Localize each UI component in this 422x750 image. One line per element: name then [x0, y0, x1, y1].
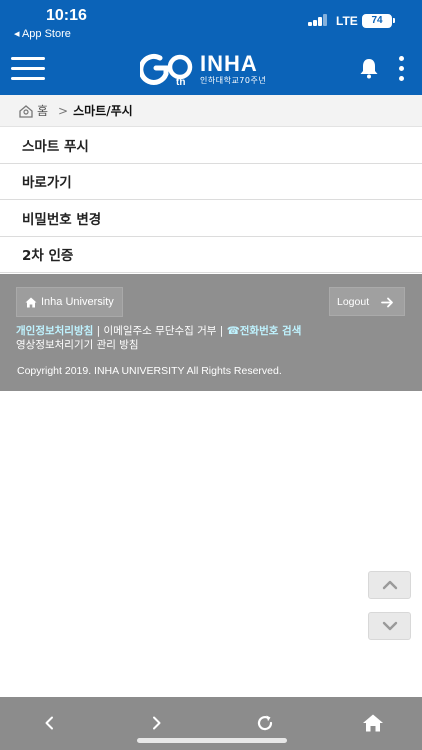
chevron-up-icon: [382, 580, 397, 590]
breadcrumb: 홈 > 스마트/푸시: [0, 95, 422, 127]
inha-70th-logo-icon: th: [140, 53, 193, 86]
status-time: 10:16: [46, 7, 87, 24]
breadcrumb-current: 스마트/푸시: [73, 104, 133, 118]
footer: Inha University Logout 개인정보처리방침 | 이메일주소 …: [0, 274, 422, 391]
privacy-policy-link[interactable]: 개인정보처리방침: [16, 325, 93, 337]
footer-divider: |: [96, 325, 101, 337]
home-button[interactable]: [359, 711, 387, 735]
logo-text: INHA: [200, 51, 258, 76]
phone-search-link[interactable]: ☎전화번호 검색: [227, 325, 302, 337]
footer-divider: |: [219, 325, 224, 337]
arrow-right-icon: [381, 297, 393, 308]
svg-text:th: th: [176, 77, 185, 86]
logout-label: Logout: [337, 295, 370, 308]
chevron-left-icon: [45, 716, 53, 730]
logout-button[interactable]: Logout: [329, 287, 405, 316]
battery-indicator: 74: [362, 14, 395, 28]
menu-list: 스마트 푸시 바로가기 비밀번호 변경 2차 인증: [0, 127, 422, 273]
network-type: LTE: [336, 14, 358, 28]
menu-item-shortcuts[interactable]: 바로가기: [0, 163, 422, 200]
forward-button[interactable]: [143, 711, 171, 735]
home-location-icon: [19, 104, 33, 118]
notification-bell-icon[interactable]: [357, 56, 381, 80]
back-button[interactable]: [35, 711, 63, 735]
hamburger-menu-button[interactable]: [11, 57, 45, 81]
signal-icon: [308, 14, 330, 26]
inha-university-label: Inha University: [41, 296, 114, 308]
logo-subtitle: 인하대학교70주년: [200, 76, 267, 85]
more-options-icon[interactable]: [396, 56, 406, 82]
copyright-text: Copyright 2019. INHA UNIVERSITY All Righ…: [17, 365, 282, 377]
scroll-up-button[interactable]: [368, 571, 411, 599]
reload-button[interactable]: [251, 711, 279, 735]
scroll-down-button[interactable]: [368, 612, 411, 640]
chevron-down-icon: [382, 621, 397, 631]
back-to-app-store[interactable]: ◂ App Store: [14, 27, 71, 40]
breadcrumb-home[interactable]: 홈: [37, 102, 48, 119]
home-icon: [363, 714, 383, 732]
reload-icon: [257, 715, 273, 731]
footer-links: 개인정보처리방침 | 이메일주소 무단수집 거부 | ☎전화번호 검색 영상정보…: [16, 324, 301, 352]
menu-item-two-factor-auth[interactable]: 2차 인증: [0, 236, 422, 273]
menu-item-smart-push[interactable]: 스마트 푸시: [0, 127, 422, 164]
app-header: 10:16 ◂ App Store LTE 74 th INHA 인하대학교70…: [0, 0, 422, 95]
inha-logo[interactable]: th INHA 인하대학교70주년: [140, 52, 266, 86]
email-refusal-link[interactable]: 이메일주소 무단수집 거부: [104, 325, 217, 337]
home-indicator: [137, 738, 287, 743]
chevron-right-icon: [153, 716, 161, 730]
video-policy-link[interactable]: 영상정보처리기기 관리 방침: [16, 339, 139, 351]
menu-item-change-password[interactable]: 비밀번호 변경: [0, 200, 422, 237]
inha-university-button[interactable]: Inha University: [16, 287, 123, 317]
breadcrumb-separator: >: [58, 103, 69, 118]
home-icon: [25, 297, 37, 307]
